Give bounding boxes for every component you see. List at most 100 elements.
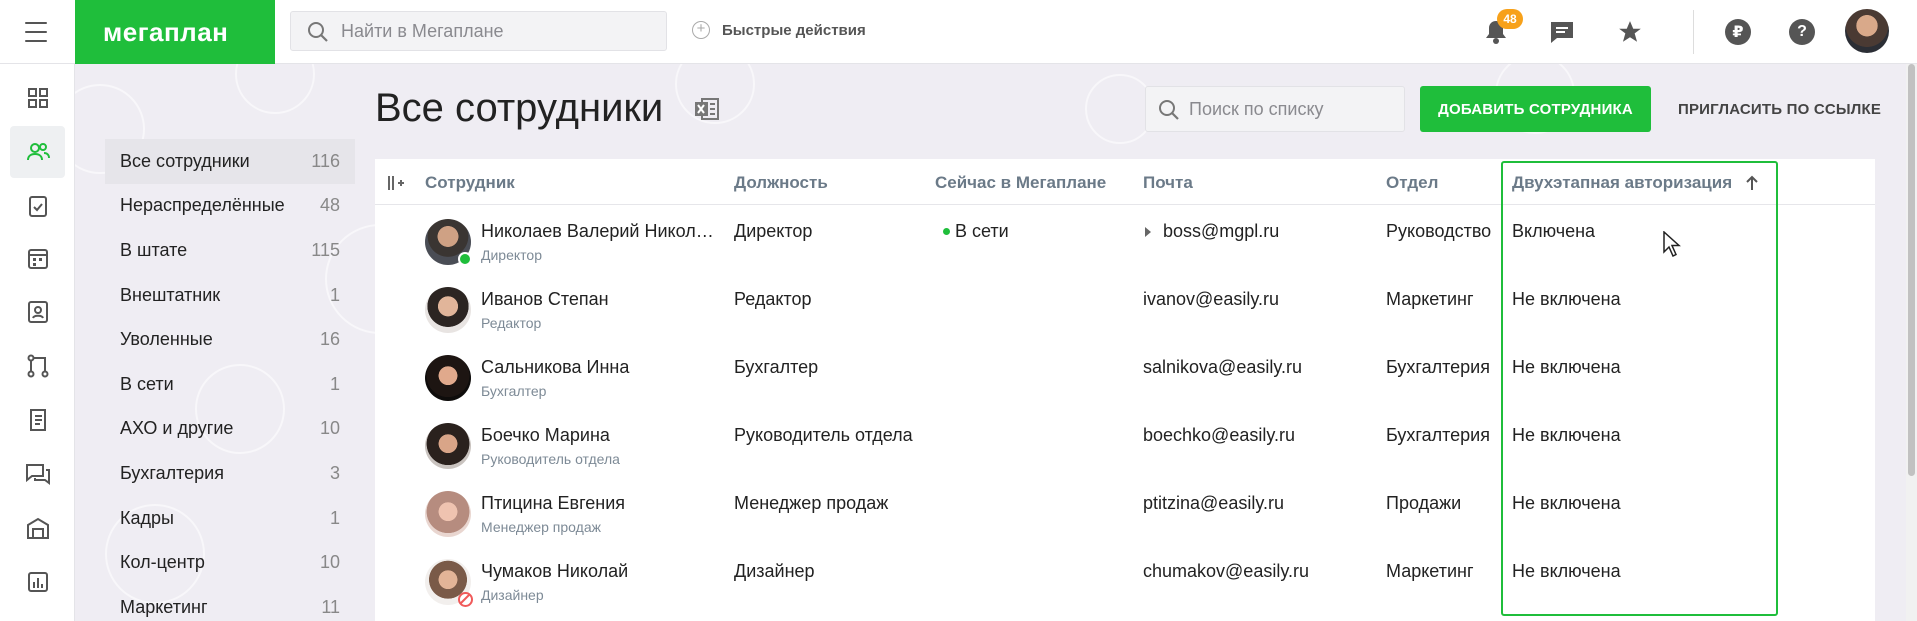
list-search-input[interactable]: Поиск по списку: [1145, 86, 1405, 132]
two-factor-cell: Не включена: [1512, 493, 1621, 513]
user-avatar[interactable]: [1845, 9, 1889, 53]
avatar[interactable]: [425, 355, 471, 401]
employees-icon: [26, 143, 50, 161]
list-item-count: 1: [329, 284, 340, 305]
email-value: boss@mgpl.ru: [1163, 221, 1280, 241]
global-search-placeholder: Найти в Мегаплане: [341, 20, 504, 41]
top-bar: мегаплан Найти в Мегаплане + Быстрые дей…: [0, 0, 1917, 64]
avatar[interactable]: [425, 423, 471, 469]
list-item-online[interactable]: В сети 1: [105, 362, 355, 407]
list-item-label: Внештатник: [120, 284, 221, 305]
rail-calendar[interactable]: [10, 232, 65, 284]
employee-name[interactable]: Николаев Валерий Никола…: [481, 221, 716, 242]
billing-button[interactable]: ₽: [1722, 16, 1754, 48]
list-item-accounting[interactable]: Бухгалтерия 3: [105, 451, 355, 496]
column-header-two-factor[interactable]: Двухэтапная авторизация: [1512, 173, 1732, 193]
table-row[interactable]: Чумаков Николай Дизайнер Дизайнер chumak…: [375, 552, 1875, 620]
list-item-staff[interactable]: В штате 115: [105, 228, 355, 273]
sort-ascending-icon[interactable]: [1745, 175, 1759, 191]
employee-subtitle: Директор: [481, 247, 542, 263]
help-icon: ?: [1789, 19, 1815, 45]
rail-contacts[interactable]: [10, 286, 65, 338]
employee-name[interactable]: Птицина Евгения: [481, 493, 716, 514]
employees-table: Сотрудник Должность Сейчас в Мегаплане П…: [375, 159, 1875, 621]
list-item-freelance[interactable]: Внештатник 1: [105, 273, 355, 318]
rail-processes[interactable]: [10, 340, 65, 392]
avatar[interactable]: [425, 287, 471, 333]
add-employee-button[interactable]: ДОБАВИТЬ СОТРУДНИКА: [1420, 86, 1651, 132]
column-header-department[interactable]: Отдел: [1386, 173, 1438, 193]
email-cell[interactable]: ptitzina@easily.ru: [1143, 493, 1284, 514]
employee-name[interactable]: Чумаков Николай: [481, 561, 716, 582]
column-header-employee[interactable]: Сотрудник: [425, 173, 515, 193]
favorites-button[interactable]: [1614, 16, 1646, 48]
rail-tasks[interactable]: [10, 180, 65, 232]
search-icon: [308, 22, 328, 42]
list-item-marketing[interactable]: Маркетинг 11: [105, 585, 355, 621]
notifications-button[interactable]: 48: [1480, 9, 1523, 48]
rail-employees[interactable]: [10, 126, 65, 178]
excel-export-button[interactable]: [694, 97, 720, 126]
list-item-label: АХО и другие: [120, 418, 234, 439]
table-row[interactable]: Николаев Валерий Никола… Директор Директ…: [375, 212, 1875, 280]
online-indicator: [458, 252, 472, 266]
employee-name[interactable]: Сальникова Инна: [481, 357, 716, 378]
menu-icon[interactable]: [22, 20, 50, 44]
avatar[interactable]: [425, 491, 471, 537]
employee-subtitle: Менеджер продаж: [481, 519, 601, 535]
position-cell: Директор: [734, 221, 813, 241]
email-cell[interactable]: ivanov@easily.ru: [1143, 289, 1279, 310]
messages-button[interactable]: [1546, 16, 1578, 48]
list-item-unassigned[interactable]: Нераспределённые 48: [105, 184, 355, 229]
notifications-badge: 48: [1497, 9, 1523, 29]
scrollbar-thumb[interactable]: [1908, 64, 1915, 476]
rail-reports[interactable]: [10, 556, 65, 608]
rail-dashboard[interactable]: [10, 72, 65, 124]
employee-name[interactable]: Боечко Марина: [481, 425, 716, 446]
position-cell: Дизайнер: [734, 561, 815, 581]
rail-discussions[interactable]: [10, 448, 65, 500]
expand-icon[interactable]: [1145, 226, 1151, 237]
ruble-icon: ₽: [1725, 19, 1751, 45]
quick-actions-button[interactable]: + Быстрые действия: [692, 21, 866, 39]
page-scrollbar[interactable]: [1906, 64, 1917, 621]
list-item-count: 115: [311, 239, 340, 260]
email-cell[interactable]: salnikova@easily.ru: [1143, 357, 1302, 378]
list-item-hr[interactable]: Кадры 1: [105, 496, 355, 541]
table-row[interactable]: Птицина Евгения Менеджер продаж Менеджер…: [375, 484, 1875, 552]
global-search-input[interactable]: Найти в Мегаплане: [290, 11, 667, 51]
email-cell[interactable]: chumakov@easily.ru: [1143, 561, 1309, 582]
column-header-email[interactable]: Почта: [1143, 173, 1193, 193]
star-icon: [1619, 21, 1641, 42]
email-cell[interactable]: boss@mgpl.ru: [1143, 221, 1279, 242]
department-cell: Бухгалтерия: [1386, 357, 1490, 377]
dashboard-icon: [27, 88, 48, 108]
column-header-position[interactable]: Должность: [734, 173, 828, 193]
background-flower: [235, 64, 315, 114]
position-cell: Менеджер продаж: [734, 493, 889, 513]
employee-subtitle: Дизайнер: [481, 587, 544, 603]
employee-name[interactable]: Иванов Степан: [481, 289, 716, 310]
list-item-dismissed[interactable]: Уволенные 16: [105, 317, 355, 362]
header-divider: [375, 204, 1875, 205]
help-button[interactable]: ?: [1786, 16, 1818, 48]
list-item-label: Маркетинг: [120, 596, 208, 617]
list-item-count: 16: [319, 329, 340, 350]
two-factor-cell: Не включена: [1512, 561, 1621, 581]
rail-documents[interactable]: [10, 394, 65, 446]
list-item-admin[interactable]: АХО и другие 10: [105, 407, 355, 452]
table-row[interactable]: Сальникова Инна Бухгалтер Бухгалтер saln…: [375, 348, 1875, 416]
logo[interactable]: мегаплан: [75, 0, 275, 64]
rail-warehouse[interactable]: [10, 502, 65, 554]
two-factor-cell: Не включена: [1512, 425, 1621, 445]
email-cell[interactable]: boechko@easily.ru: [1143, 425, 1295, 446]
list-item-call-center[interactable]: Кол-центр 10: [105, 540, 355, 585]
invite-by-link-button[interactable]: ПРИГЛАСИТЬ ПО ССЫЛКЕ: [1678, 101, 1881, 118]
column-header-online[interactable]: Сейчас в Мегаплане: [935, 173, 1106, 193]
list-item-all[interactable]: Все сотрудники 116: [105, 139, 355, 184]
position-cell: Руководитель отдела: [734, 425, 913, 445]
documents-icon: [29, 409, 46, 431]
column-settings-icon[interactable]: [387, 175, 405, 191]
table-row[interactable]: Иванов Степан Редактор Редактор ivanov@e…: [375, 280, 1875, 348]
table-row[interactable]: Боечко Марина Руководитель отдела Руково…: [375, 416, 1875, 484]
